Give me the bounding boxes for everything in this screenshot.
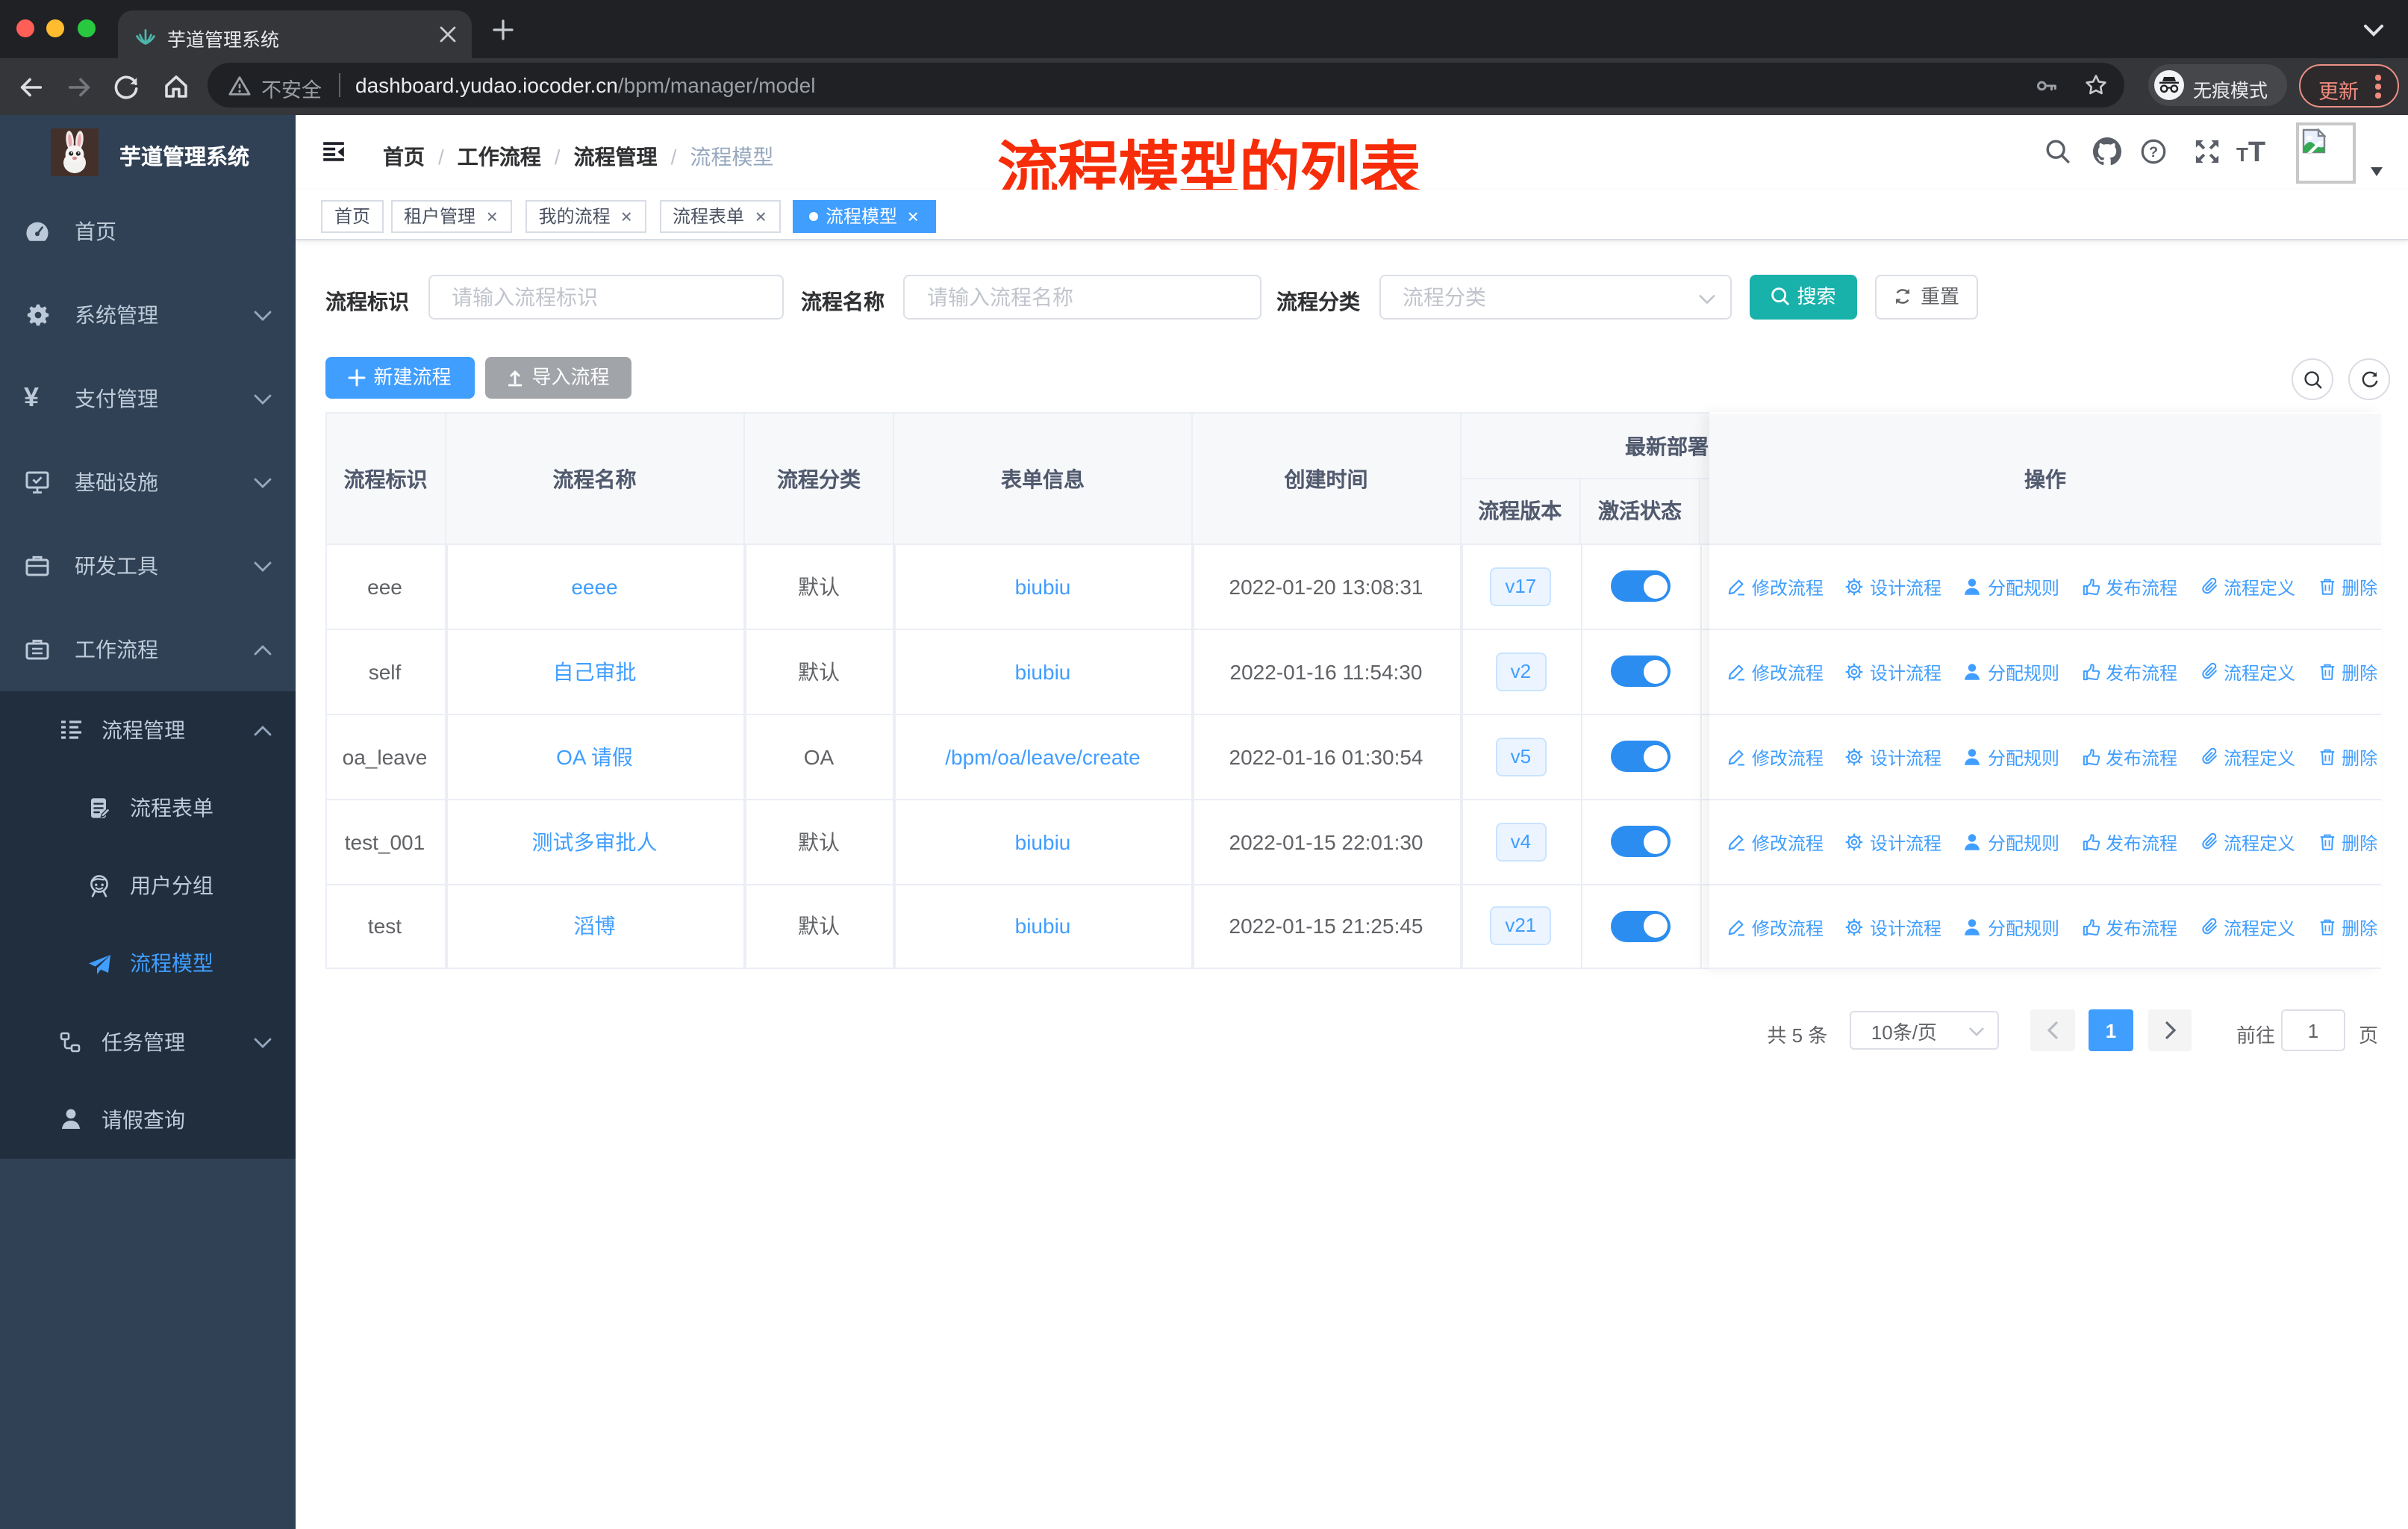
svg-text:?: ?	[2149, 144, 2158, 161]
